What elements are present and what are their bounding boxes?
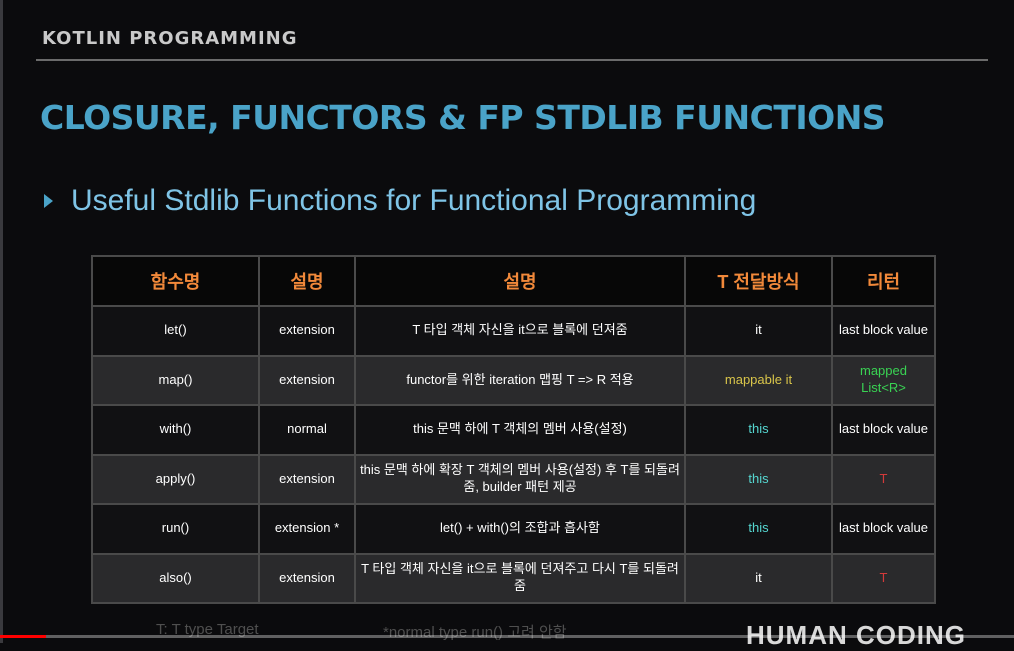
cell-passing: this (684, 453, 833, 505)
table-row: map() extension functor를 위한 iteration 맵핑 T… (91, 354, 936, 406)
header-kind: 설명 (258, 255, 356, 307)
cell-function-name: let() (91, 305, 260, 357)
cell-passing: it (684, 552, 833, 604)
cell-description: functor를 위한 iteration 맵핑 T => R 적용 (354, 354, 686, 406)
video-progress-bar[interactable] (0, 635, 1014, 638)
cell-return: T (831, 552, 936, 604)
table-row: also() extension T 타입 객체 자신을 it으로 블록에 던져주고… (91, 552, 936, 604)
footnote-run: *normal type run() 고려 안함 (383, 624, 567, 641)
slide-left-edge (0, 0, 3, 643)
cell-kind: normal (258, 404, 356, 456)
table-row: let() extension T 타입 객체 자신을 it으로 블록에 던져줌 it… (91, 305, 936, 357)
header-passing: T 전달방식 (684, 255, 833, 307)
table-row: apply() extension this 문맥 하에 확장 T 객체의 멤버 사… (91, 453, 936, 505)
functions-table: 함수명 설명 설명 T 전달방식 리턴 let() extension T 타입 객… (91, 255, 936, 604)
bullet-arrow-icon (44, 194, 53, 208)
video-progress-fill (0, 635, 46, 638)
header-return: 리턴 (831, 255, 936, 307)
cell-kind: extension * (258, 503, 356, 555)
cell-return: last block value (831, 503, 936, 555)
cell-passing: mappable it (684, 354, 833, 406)
cell-description: let() + with()의 조합과 흡사함 (354, 503, 686, 555)
table-row: with() normal this 문맥 하에 T 객체의 멤버 사용(설정) th… (91, 404, 936, 456)
cell-description: this 문맥 하에 T 객체의 멤버 사용(설정) (354, 404, 686, 456)
cell-function-name: map() (91, 354, 260, 406)
slide-title: CLOSURE, FUNCTORS & FP STDLIB FUNCTIONS (40, 98, 886, 137)
cell-kind: extension (258, 305, 356, 357)
cell-description: T 타입 객체 자신을 it으로 블록에 던져주고 다시 T를 되돌려줌 (354, 552, 686, 604)
table-row: run() extension * let() + with()의 조합과 흡사함 t… (91, 503, 936, 555)
cell-passing: this (684, 404, 833, 456)
cell-return: mapped List<R> (831, 354, 936, 406)
cell-function-name: run() (91, 503, 260, 555)
cell-description: T 타입 객체 자신을 it으로 블록에 던져줌 (354, 305, 686, 357)
cell-passing: it (684, 305, 833, 357)
header-function-name: 함수명 (91, 255, 260, 307)
cell-return: T (831, 453, 936, 505)
header-description: 설명 (354, 255, 686, 307)
cell-passing: this (684, 503, 833, 555)
cell-kind: extension (258, 552, 356, 604)
cell-kind: extension (258, 354, 356, 406)
cell-return: last block value (831, 305, 936, 357)
header-divider (36, 59, 988, 61)
table-header-row: 함수명 설명 설명 T 전달방식 리턴 (91, 255, 936, 307)
course-label: KOTLIN PROGRAMMING (42, 28, 298, 49)
cell-return: last block value (831, 404, 936, 456)
cell-function-name: also() (91, 552, 260, 604)
cell-description: this 문맥 하에 확장 T 객체의 멤버 사용(설정) 후 T를 되돌려줌,… (354, 453, 686, 505)
bullet-point: Useful Stdlib Functions for Functional P… (44, 184, 756, 218)
cell-function-name: with() (91, 404, 260, 456)
cell-kind: extension (258, 453, 356, 505)
bullet-text: Useful Stdlib Functions for Functional P… (71, 184, 757, 217)
cell-function-name: apply() (91, 453, 260, 505)
